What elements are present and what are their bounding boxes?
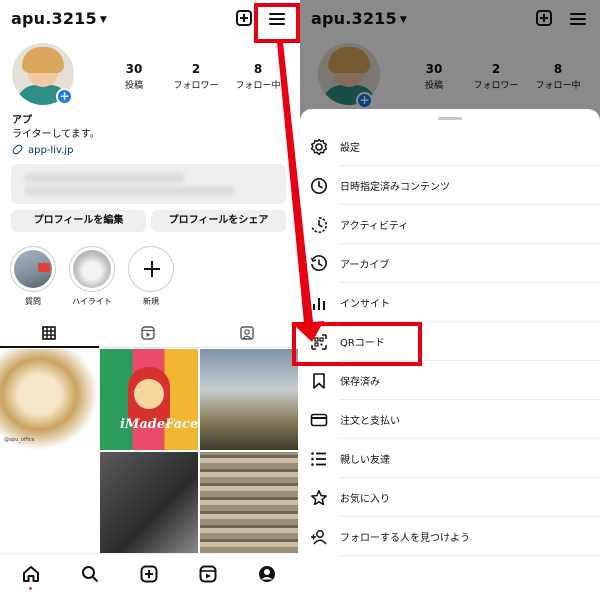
menu-item-close-friends[interactable]: 親しい友達	[300, 439, 600, 478]
profile-screen: apu.3215 ▼ + 30 投稿 2 フォロワー 8 フォロー中 アプ ライターして…	[0, 0, 298, 596]
profile-icon[interactable]	[257, 564, 277, 584]
grid-icon	[42, 326, 56, 340]
tab-reels[interactable]	[99, 320, 198, 348]
create-post-icon[interactable]	[236, 10, 252, 26]
highlight-question[interactable]: 質問	[10, 246, 56, 307]
profile-link[interactable]: app-liv.jp	[11, 143, 73, 156]
annotation-box-qr-code	[292, 322, 422, 366]
plus-icon	[128, 246, 174, 292]
post-thumbnail[interactable]: @apu_office	[0, 349, 98, 450]
add-person-icon	[311, 530, 327, 545]
reels-nav-icon[interactable]	[198, 564, 218, 584]
archive-icon	[310, 255, 327, 272]
notification-dot	[29, 587, 32, 590]
search-icon[interactable]	[80, 564, 100, 584]
profile-stats: 30 投稿 2 フォロワー 8 フォロー中	[104, 62, 290, 94]
menu-item-scheduled-content[interactable]: 日時指定済みコンテンツ	[300, 166, 600, 205]
menu-item-insights[interactable]: インサイト	[300, 283, 600, 322]
stat-posts[interactable]: 30 投稿	[104, 62, 164, 91]
tab-tagged[interactable]	[198, 320, 297, 348]
post-thumbnail[interactable]: iMadeFace	[100, 349, 198, 450]
edit-profile-button[interactable]: プロフィールを編集	[11, 210, 146, 232]
menu-item-favorites[interactable]: お気に入り	[300, 478, 600, 517]
username-switcher[interactable]: apu.3215 ▼	[11, 9, 107, 28]
close-friends-icon	[311, 452, 326, 466]
stat-following[interactable]: 8 フォロー中	[228, 62, 288, 91]
link-icon	[11, 143, 24, 156]
chevron-down-icon: ▼	[99, 15, 107, 25]
tab-posts-grid[interactable]	[0, 320, 99, 348]
menu-item-archive[interactable]: アーカイブ	[300, 244, 600, 283]
new-highlight-button[interactable]: 新規	[128, 246, 174, 307]
bookmark-icon	[313, 373, 325, 389]
highlight-highlight[interactable]: ハイライト	[69, 246, 115, 307]
bottom-navigation	[0, 553, 298, 596]
blurred-content	[11, 164, 286, 204]
insights-icon	[313, 298, 325, 310]
posts-grid: @apu_office iMadeFace	[0, 349, 298, 553]
tagged-person-icon	[240, 326, 254, 340]
username: apu.3215	[11, 9, 97, 28]
menu-screen: apu.3215 ▼ + 30 投稿 2 フォロワー 8 フォロー中 設定 日時指定済み…	[300, 0, 600, 596]
reels-icon	[141, 326, 155, 340]
clock-icon	[311, 178, 327, 194]
annotation-box-menu	[254, 3, 300, 43]
activity-icon	[311, 216, 328, 233]
home-icon[interactable]	[21, 564, 41, 584]
menu-item-saved[interactable]: 保存済み	[300, 361, 600, 400]
stat-followers[interactable]: 2 フォロワー	[166, 62, 226, 91]
post-thumbnail[interactable]	[100, 452, 198, 553]
drag-handle[interactable]	[438, 117, 462, 120]
profile-tabs	[0, 320, 298, 348]
create-icon[interactable]	[139, 564, 159, 584]
menu-item-discover-people[interactable]: フォローする人を見つけよう	[300, 517, 600, 556]
post-thumbnail[interactable]	[200, 452, 298, 553]
post-thumbnail[interactable]	[0, 452, 98, 553]
menu-item-orders-payments[interactable]: 注文と支払い	[300, 400, 600, 439]
share-profile-button[interactable]: プロフィールをシェア	[151, 210, 286, 232]
profile-bio: ライターしてます。	[12, 129, 100, 140]
card-icon	[310, 413, 328, 427]
post-thumbnail[interactable]	[200, 349, 298, 450]
add-story-icon[interactable]: +	[56, 88, 73, 105]
menu-item-settings[interactable]: 設定	[300, 127, 600, 166]
menu-item-activity[interactable]: アクティビティ	[300, 205, 600, 244]
settings-icon	[310, 138, 328, 156]
profile-name: アプ	[12, 115, 32, 126]
star-icon	[311, 490, 327, 506]
